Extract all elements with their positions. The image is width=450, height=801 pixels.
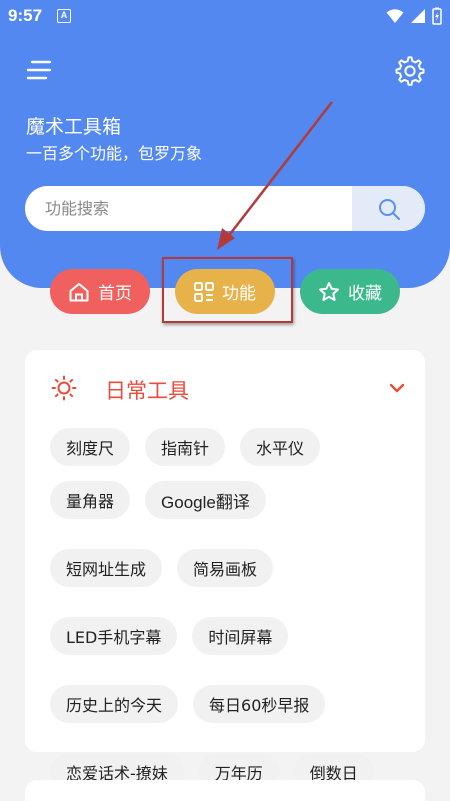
search-bar <box>25 186 425 231</box>
sun-icon <box>51 375 77 401</box>
section-header[interactable]: 日常工具 <box>25 350 425 426</box>
gear-icon <box>395 56 425 86</box>
nav-home-label: 首页 <box>98 284 132 304</box>
search-button[interactable] <box>352 186 425 231</box>
search-icon <box>378 198 400 220</box>
nav-favorites-button[interactable]: 收藏 <box>300 269 400 314</box>
next-section-card <box>25 780 425 801</box>
chevron-down-icon[interactable] <box>389 382 405 394</box>
app-subtitle: 一百多个功能，包罗万象 <box>26 144 203 163</box>
tool-chip[interactable]: 刻度尺 <box>50 428 131 466</box>
wifi-icon <box>386 9 404 23</box>
nav-favorites-label: 收藏 <box>348 284 382 304</box>
tool-chip[interactable]: 短网址生成 <box>50 549 163 587</box>
status-bar: 9:57 A <box>0 0 450 32</box>
menu-icon <box>26 60 52 80</box>
tool-chip[interactable]: 历史上的今天 <box>50 685 179 723</box>
header: 魔术工具箱 一百多个功能，包罗万象 <box>0 0 450 288</box>
tool-chip[interactable]: 时间屏幕 <box>192 617 289 655</box>
daily-tools-card: 日常工具 刻度尺 指南针 水平仪 量角器 Google翻译 短网址生成 简易画板… <box>25 350 425 791</box>
signal-icon <box>411 9 425 23</box>
tool-chip[interactable]: 简易画板 <box>177 549 274 587</box>
tool-chip[interactable]: 每日60秒早报 <box>193 685 326 723</box>
tool-chip[interactable]: Google翻译 <box>145 481 266 519</box>
highlight-box <box>162 257 293 323</box>
status-time: 9:57 <box>8 6 43 25</box>
section-title: 日常工具 <box>105 379 189 403</box>
tool-list: 刻度尺 指南针 水平仪 量角器 Google翻译 短网址生成 简易画板 LED手… <box>50 428 410 791</box>
tool-chip[interactable]: 指南针 <box>145 428 226 466</box>
battery-icon <box>432 7 442 25</box>
system-icons <box>386 7 442 25</box>
nav-home-button[interactable]: 首页 <box>50 269 150 314</box>
tool-chip[interactable]: 量角器 <box>50 481 131 519</box>
tool-chip[interactable]: 水平仪 <box>240 428 321 466</box>
star-icon <box>319 281 339 301</box>
settings-button[interactable] <box>394 55 426 87</box>
app-title: 魔术工具箱 <box>26 116 122 138</box>
tool-chip[interactable]: LED手机字幕 <box>50 617 178 655</box>
search-input[interactable] <box>25 186 352 231</box>
menu-button[interactable] <box>26 57 54 85</box>
notification-icon: A <box>57 9 71 23</box>
home-icon <box>69 282 89 301</box>
